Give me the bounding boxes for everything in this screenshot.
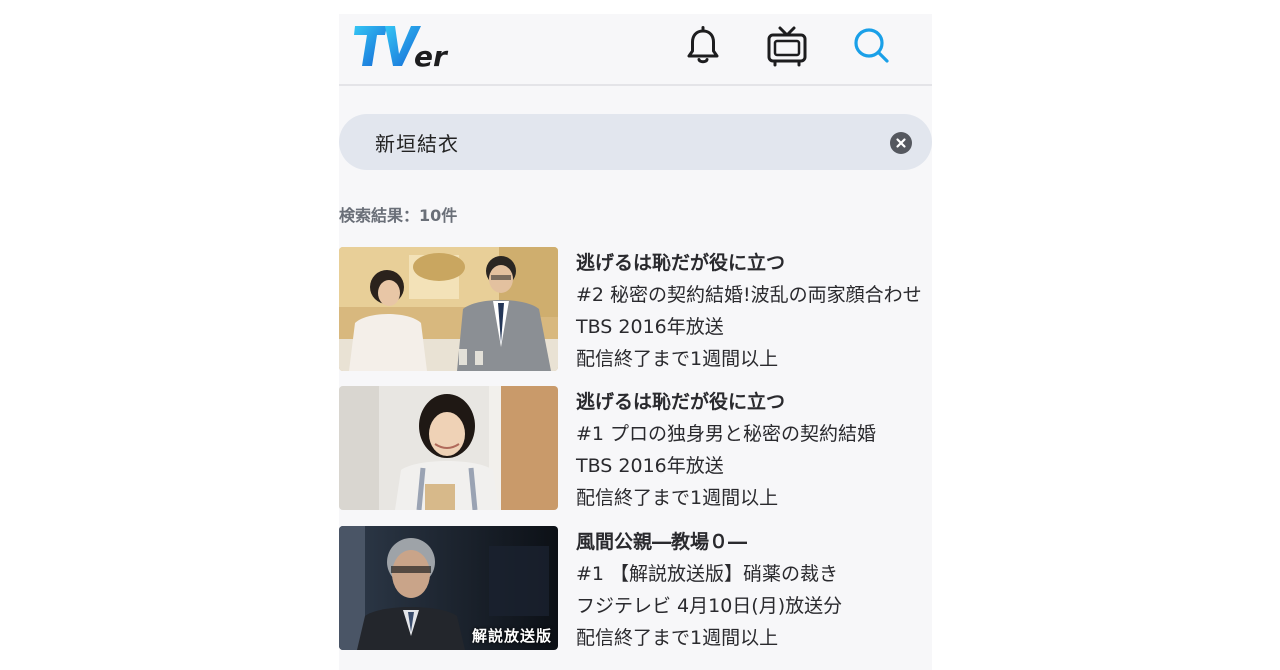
close-icon [896,138,906,148]
clear-search-button[interactable] [890,132,912,154]
program-title[interactable]: 逃げるは恥だが役に立つ [576,247,932,279]
result-count: 検索結果：10件 [339,206,458,225]
program-title[interactable]: 風間公親―教場０― [576,526,932,558]
search-result-item[interactable]: 逃げるは恥だが役に立つ #1 プロの独身男と秘密の契約結婚 TBS 2016年放… [339,386,932,510]
broadcast-info: フジテレビ 4月10日(月)放送分 [576,595,843,617]
episode-info: 逃げるは恥だが役に立つ #1 プロの独身男と秘密の契約結婚 TBS 2016年放… [576,386,932,514]
search-input[interactable]: 新垣結衣 [339,114,932,170]
search-result-item[interactable]: 解説放送版 風間公親―教場０― #1 【解説放送版】硝薬の裁き フジテレビ 4月… [339,526,932,650]
svg-text:er: er [414,40,449,73]
app-header: er [339,14,932,86]
episode-title: #2 秘密の契約結婚!波乱の両家顔合わせ [576,284,922,306]
episode-thumbnail[interactable] [339,386,558,510]
broadcast-info: TBS 2016年放送 [576,316,724,338]
availability-info: 配信終了まで1週間以上 [576,348,779,370]
episode-thumbnail[interactable] [339,247,558,371]
episode-info: 風間公親―教場０― #1 【解説放送版】硝薬の裁き フジテレビ 4月10日(月)… [576,526,932,654]
broadcast-info: TBS 2016年放送 [576,455,724,477]
tv-icon[interactable] [765,24,809,68]
search-icon[interactable] [849,24,893,68]
availability-info: 配信終了まで1週間以上 [576,487,779,509]
episode-info: 逃げるは恥だが役に立つ #2 秘密の契約結婚!波乱の両家顔合わせ TBS 201… [576,247,932,375]
episode-thumbnail[interactable]: 解説放送版 [339,526,558,650]
program-title[interactable]: 逃げるは恥だが役に立つ [576,386,932,418]
audio-description-badge: 解説放送版 [471,627,552,645]
availability-info: 配信終了まで1週間以上 [576,627,779,649]
tver-logo[interactable]: er [353,18,453,78]
search-result-item[interactable]: 逃げるは恥だが役に立つ #2 秘密の契約結婚!波乱の両家顔合わせ TBS 201… [339,247,932,371]
bell-icon[interactable] [681,24,725,68]
episode-title: #1 【解説放送版】硝薬の裁き [576,563,839,585]
search-query-text[interactable]: 新垣結衣 [375,128,459,157]
app-screen: er 新垣結衣 検索結果：10件 逃げるは恥だが役に立つ #2 秘密の契約結婚!… [339,14,932,670]
episode-title: #1 プロの独身男と秘密の契約結婚 [576,423,877,445]
